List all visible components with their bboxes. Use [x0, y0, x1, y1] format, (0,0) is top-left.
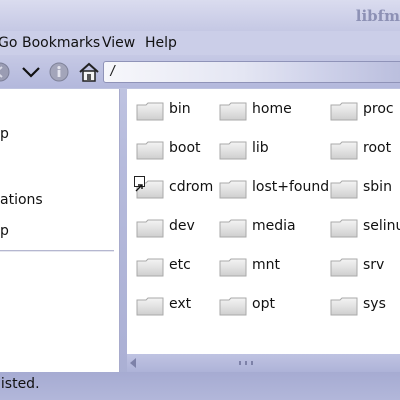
dropdown-chevron-icon[interactable] — [21, 62, 41, 82]
file-item[interactable]: selinux — [330, 216, 400, 240]
folder-icon — [330, 219, 358, 238]
file-item[interactable]: sys — [330, 294, 400, 318]
info-icon[interactable] — [49, 62, 69, 82]
menu-bookmarks[interactable]: Bookmarks — [22, 35, 100, 51]
folder-icon — [219, 297, 247, 316]
toolbar: / — [0, 55, 400, 88]
folder-icon — [330, 258, 358, 277]
back-icon[interactable] — [0, 62, 10, 82]
folder-icon — [136, 219, 164, 238]
file-label: home — [252, 101, 292, 117]
folder-icon — [330, 180, 358, 199]
folder-icon — [219, 258, 247, 277]
file-label: srv — [363, 257, 385, 273]
file-label: bin — [169, 101, 191, 117]
file-label: root — [363, 140, 392, 156]
horizontal-scrollbar[interactable] — [127, 354, 400, 372]
file-label: opt — [252, 296, 275, 312]
file-label: sys — [363, 296, 386, 312]
status-bar: listed. — [0, 372, 400, 400]
side-pane: p ations p — [0, 89, 120, 372]
file-item[interactable]: proc — [330, 99, 400, 123]
scroll-grip-icon[interactable] — [239, 361, 253, 365]
folder-icon — [330, 141, 358, 160]
file-label: proc — [363, 101, 394, 117]
file-label: sbin — [363, 179, 392, 195]
side-pane-item[interactable]: ations — [0, 192, 118, 208]
folder-icon — [330, 297, 358, 316]
file-label: lost+found — [252, 179, 330, 195]
file-label: lib — [252, 140, 269, 156]
title-bar: libfm — [0, 0, 400, 31]
file-grid: bin home proc boot lib root cdrom lost+found sbi… — [127, 89, 400, 354]
file-label: boot — [169, 140, 201, 156]
folder-icon — [330, 102, 358, 121]
menu-view[interactable]: View — [102, 35, 135, 51]
file-item[interactable]: srv — [330, 255, 400, 279]
file-label: cdrom — [169, 179, 214, 195]
menu-help[interactable]: Help — [145, 35, 177, 51]
file-label: ext — [169, 296, 192, 312]
file-label: media — [252, 218, 296, 234]
symlink-arrow-icon — [134, 176, 145, 192]
menu-go[interactable]: Go — [0, 35, 17, 51]
folder-icon — [219, 180, 247, 199]
folder-icon — [219, 102, 247, 121]
status-text: listed. — [0, 376, 40, 392]
file-label: etc — [169, 257, 191, 273]
side-pane-item[interactable]: p — [0, 223, 118, 239]
side-pane-separator — [0, 250, 114, 252]
folder-icon — [136, 297, 164, 316]
folder-icon — [136, 141, 164, 160]
folder-icon — [136, 258, 164, 277]
location-input[interactable]: / — [103, 61, 400, 83]
folder-icon — [219, 219, 247, 238]
window-title: libfm — [355, 7, 400, 25]
file-label: selinux — [363, 218, 400, 234]
home-icon[interactable] — [78, 62, 99, 82]
file-item[interactable]: sbin — [330, 177, 400, 201]
scroll-left-arrow-icon[interactable] — [130, 358, 136, 368]
file-label: mnt — [252, 257, 280, 273]
file-label: dev — [169, 218, 195, 234]
side-pane-item[interactable]: p — [0, 126, 118, 142]
folder-icon — [136, 102, 164, 121]
folder-icon — [219, 141, 247, 160]
file-item[interactable]: root — [330, 138, 400, 162]
menu-bar: Go Bookmarks View Help — [0, 31, 400, 55]
